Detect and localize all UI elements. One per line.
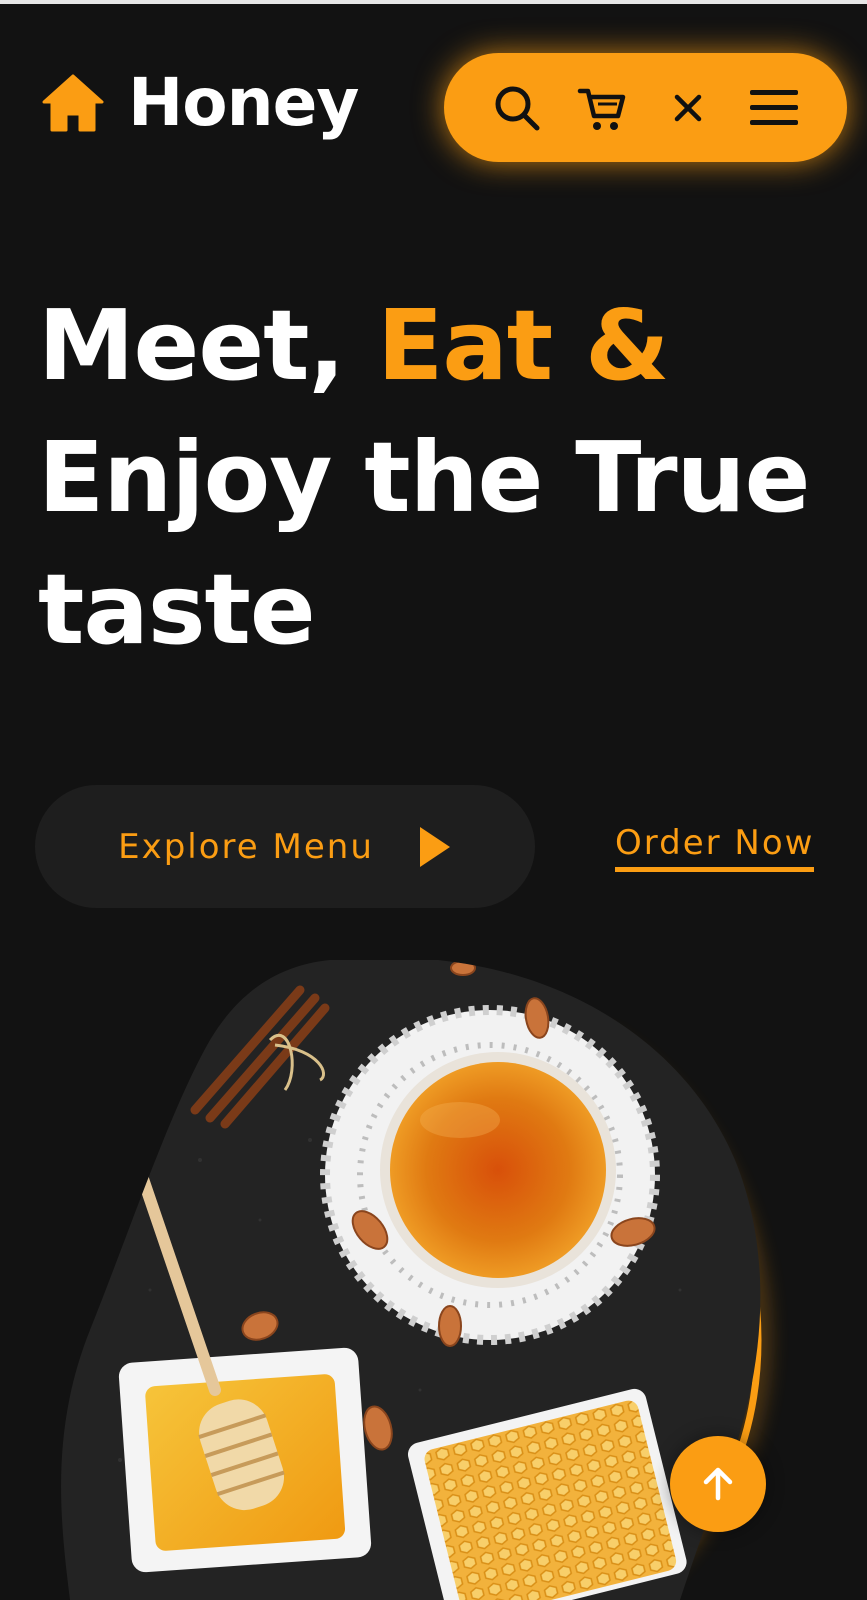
- hero-title-accent: Eat &: [377, 289, 669, 402]
- search-icon: [495, 86, 540, 130]
- brand-name: Honey: [128, 64, 359, 141]
- explore-menu-button[interactable]: Explore Menu: [35, 785, 535, 908]
- scroll-to-top-button[interactable]: [670, 1436, 766, 1532]
- hero-title-part1: Meet,: [38, 289, 378, 402]
- hero-title-line3: taste: [38, 553, 316, 666]
- close-button[interactable]: [662, 82, 714, 134]
- cart-icon: [577, 88, 625, 130]
- explore-menu-label: Explore Menu: [118, 826, 374, 867]
- logo[interactable]: Honey: [40, 64, 359, 141]
- hero-title-line2: Enjoy the True: [38, 421, 810, 534]
- cart-button[interactable]: [577, 82, 629, 134]
- hero-title: Meet, Eat & Enjoy the True taste: [38, 280, 838, 676]
- search-button[interactable]: [491, 82, 543, 134]
- order-now-link[interactable]: Order Now: [615, 823, 815, 872]
- home-icon: [42, 74, 104, 132]
- play-icon: [419, 826, 450, 867]
- arrow-up-icon: [703, 1467, 733, 1501]
- top-border: [0, 0, 867, 4]
- menu-button[interactable]: [748, 82, 800, 134]
- header-actions: [444, 53, 847, 162]
- close-icon: [675, 94, 702, 121]
- menu-icon: [750, 89, 799, 125]
